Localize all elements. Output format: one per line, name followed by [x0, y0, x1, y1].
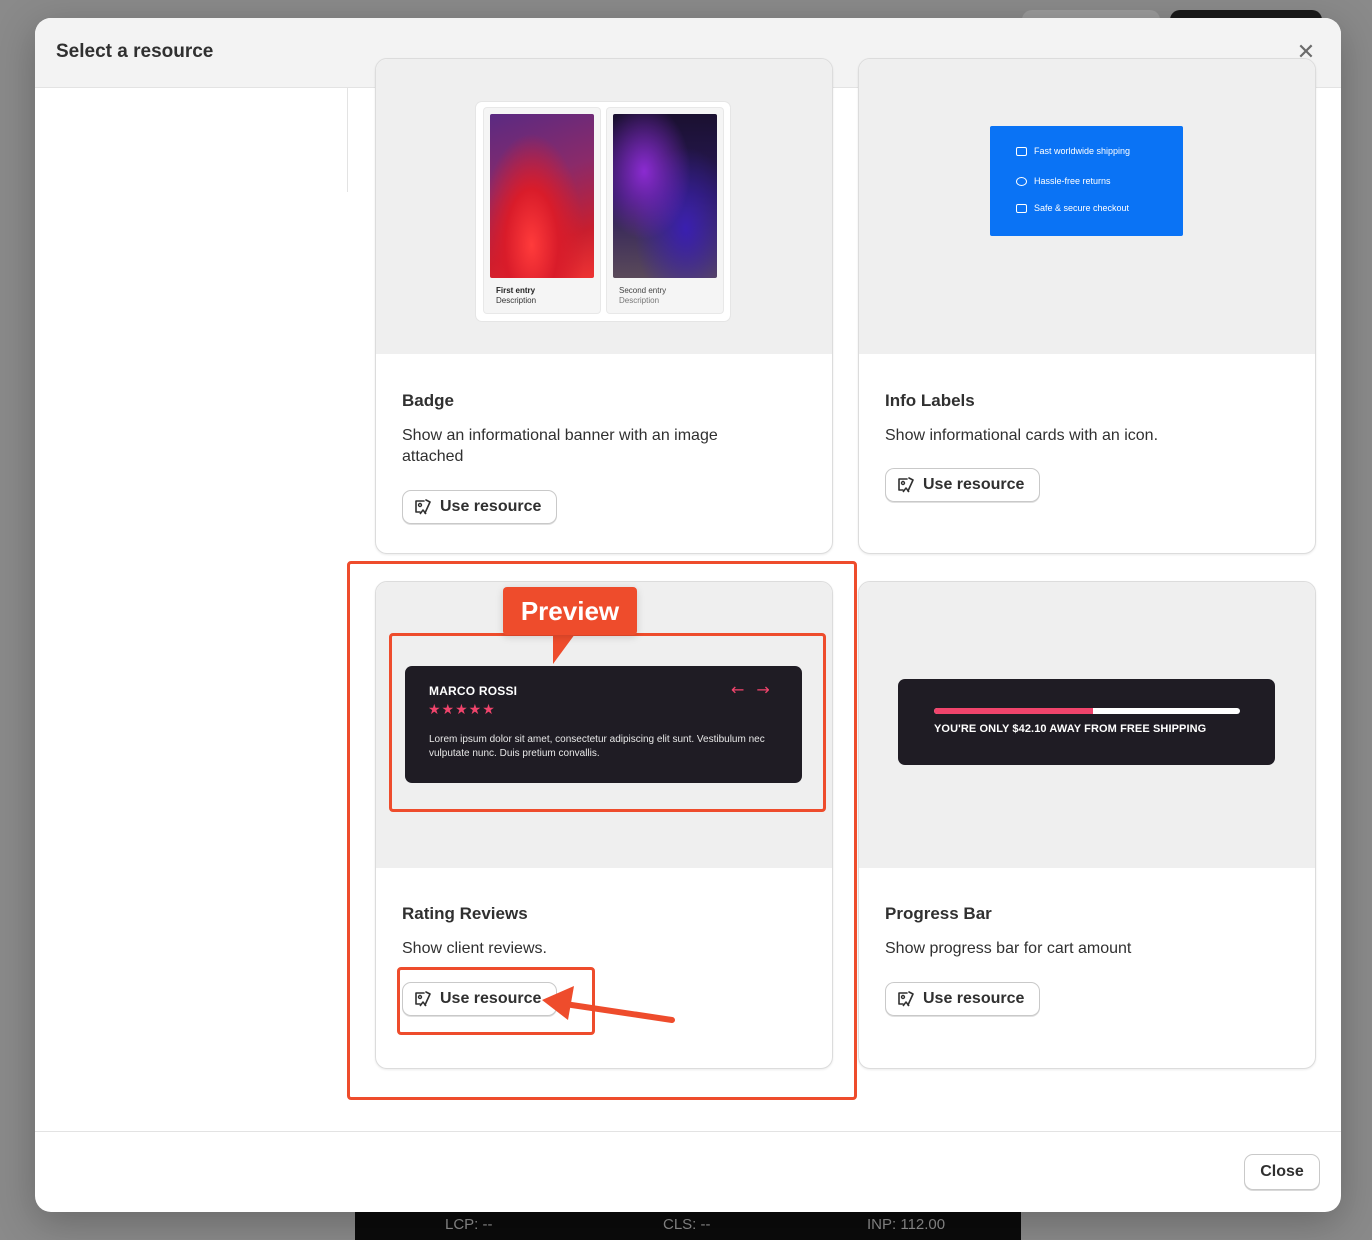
card-description: Show progress bar for cart amount	[885, 940, 1132, 957]
info-label-text: Safe & secure checkout	[1034, 203, 1130, 213]
badge-entry: Second entry Description	[607, 108, 723, 313]
card-description: Show an informational banner with an ima…	[402, 427, 718, 465]
modal-title: Select a resource	[56, 41, 214, 62]
info-label-item: Fast worldwide shipping	[1016, 146, 1130, 156]
refresh-icon	[1016, 176, 1027, 186]
cls-metric: CLS: --	[663, 1216, 711, 1233]
footer-divider	[35, 1131, 1341, 1132]
progress-track	[934, 708, 1240, 714]
resource-icon	[415, 499, 431, 515]
use-resource-button[interactable]: Use resource	[885, 468, 1041, 502]
info-label-item: Hassle-free returns	[1016, 176, 1111, 186]
resource-card-progress-bar: YOU'RE ONLY $42.10 AWAY FROM FREE SHIPPI…	[858, 581, 1316, 1069]
button-label: Use resource	[923, 990, 1025, 1007]
card-title: Progress Bar	[885, 904, 992, 923]
info-label-text: Hassle-free returns	[1034, 176, 1111, 186]
entry-image	[613, 114, 717, 278]
card-title: Info Labels	[885, 391, 975, 410]
info-label-text: Fast worldwide shipping	[1034, 146, 1131, 156]
card-preview: YOU'RE ONLY $42.10 AWAY FROM FREE SHIPPI…	[859, 582, 1315, 868]
info-label-item: Safe & secure checkout	[1016, 203, 1129, 213]
inp-metric: INP: 112.00	[867, 1216, 946, 1233]
resource-card-info-labels: Fast worldwide shipping Hassle-free retu…	[858, 58, 1316, 554]
card-icon	[1016, 203, 1027, 213]
entry-title: Second entry	[619, 286, 667, 295]
use-resource-button[interactable]: Use resource	[402, 490, 558, 524]
card-preview: First entry Description Second entry Des…	[376, 59, 832, 354]
close-button[interactable]: Close	[1244, 1154, 1320, 1190]
preview-callout: Preview	[503, 587, 637, 635]
card-preview: Fast worldwide shipping Hassle-free retu…	[859, 59, 1315, 354]
resource-icon	[898, 477, 914, 493]
sidebar-divider	[347, 88, 348, 192]
button-label: Use resource	[440, 498, 542, 515]
use-resource-button[interactable]: Use resource	[885, 982, 1041, 1016]
card-description: Show informational cards with an icon.	[885, 427, 1159, 444]
card-title: Badge	[402, 391, 454, 410]
resource-icon	[898, 991, 914, 1007]
callout-tail	[553, 634, 575, 664]
annotation-preview-highlight	[389, 633, 826, 812]
progress-bar-preview: YOU'RE ONLY $42.10 AWAY FROM FREE SHIPPI…	[898, 679, 1275, 765]
entry-description: Description	[496, 296, 537, 305]
annotation-arrow-icon	[542, 986, 675, 1023]
entry-description: Description	[619, 296, 660, 305]
badge-preview: First entry Description Second entry Des…	[476, 102, 730, 321]
truck-icon	[1016, 146, 1027, 156]
entry-image	[490, 114, 594, 278]
entry-title: First entry	[496, 286, 536, 295]
button-label: Use resource	[923, 476, 1025, 493]
lcp-metric: LCP: --	[445, 1216, 493, 1233]
badge-entry: First entry Description	[484, 108, 600, 313]
resource-card-badge: First entry Description Second entry Des…	[375, 58, 833, 554]
progress-fill	[934, 708, 1094, 714]
info-labels-preview: Fast worldwide shipping Hassle-free retu…	[990, 126, 1183, 236]
progress-message: YOU'RE ONLY $42.10 AWAY FROM FREE SHIPPI…	[934, 723, 1207, 735]
